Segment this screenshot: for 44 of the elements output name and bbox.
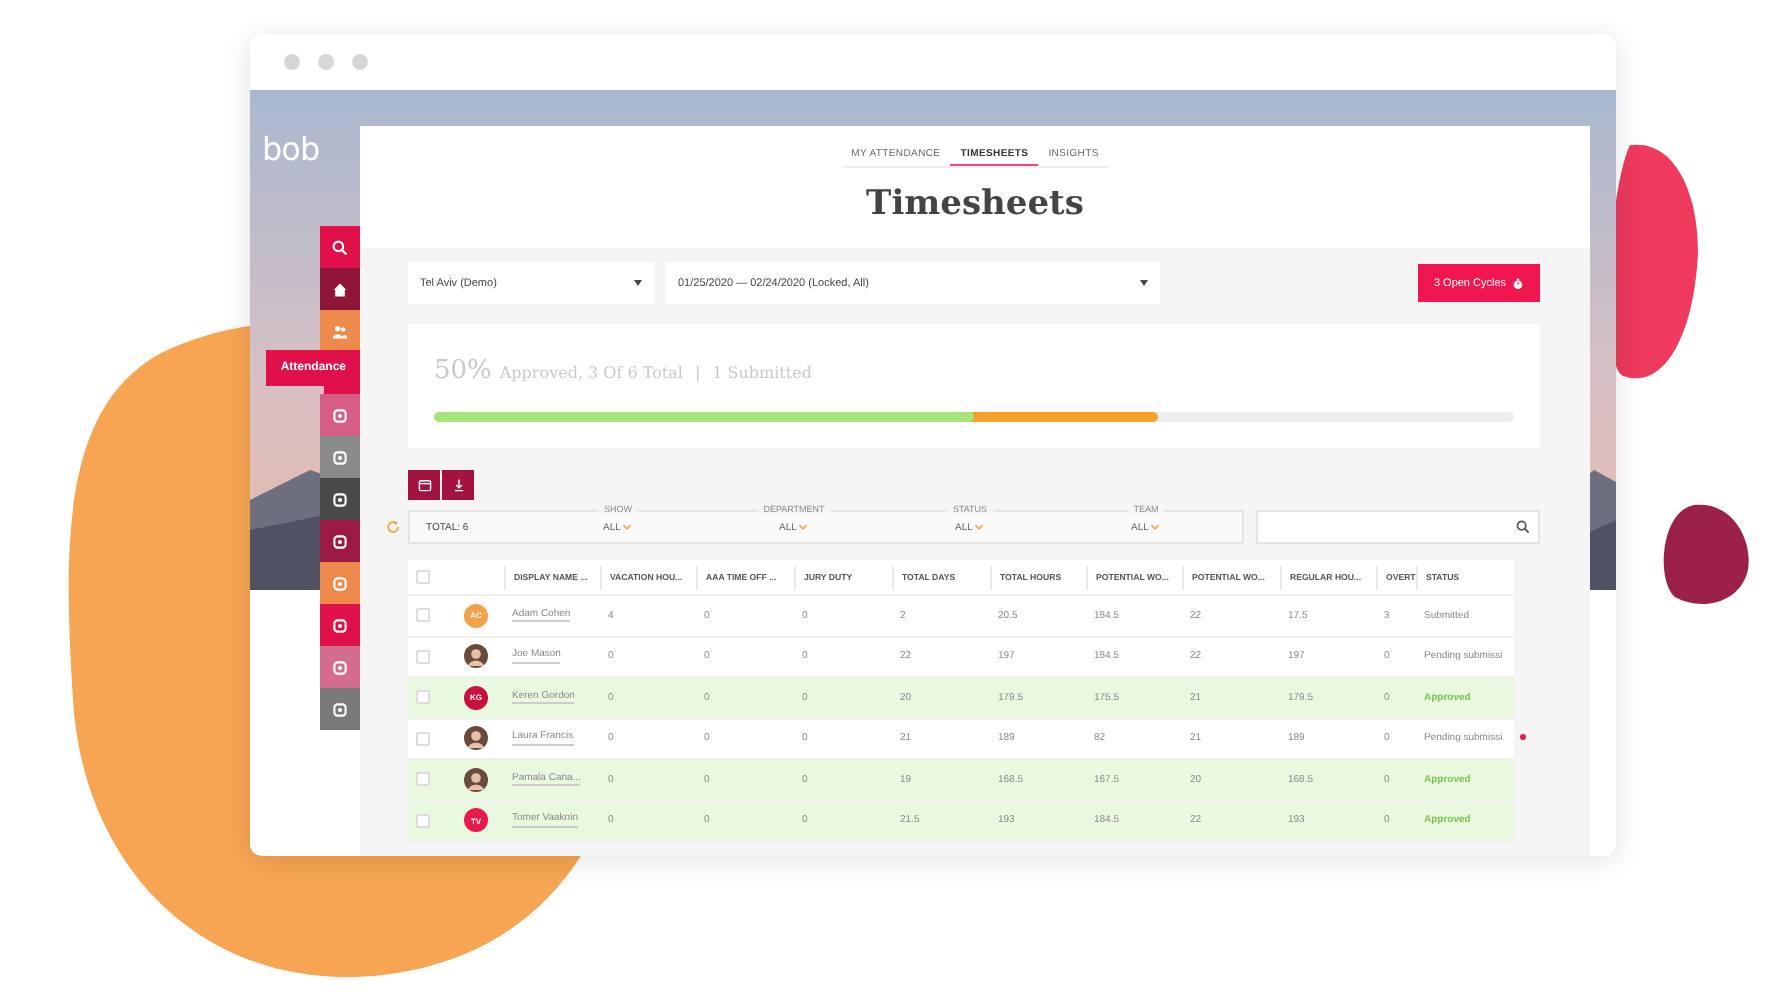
sidebar-item[interactable] <box>320 520 360 562</box>
app-icon <box>332 491 348 507</box>
row-checkbox[interactable] <box>416 813 430 828</box>
sidebar-item[interactable] <box>320 226 360 268</box>
sidebar-item[interactable] <box>320 604 360 646</box>
app-icon <box>332 659 348 675</box>
sidebar-item[interactable] <box>320 310 360 352</box>
separator: | <box>694 364 701 382</box>
app-icon <box>332 449 348 465</box>
chevron-down-icon <box>798 524 809 530</box>
app-icon <box>332 701 348 717</box>
row-checkbox[interactable] <box>416 608 430 623</box>
home-icon <box>332 281 348 297</box>
app-icon <box>332 617 348 633</box>
chevron-down-icon <box>622 524 633 530</box>
page-title: Timesheets <box>866 184 1084 224</box>
app-icon <box>332 533 348 549</box>
row-checkbox[interactable] <box>416 731 430 746</box>
avatar-icon <box>464 644 488 669</box>
calendar-button[interactable] <box>408 470 440 500</box>
row-checkbox[interactable] <box>416 772 430 787</box>
sidebar-item[interactable] <box>320 268 360 310</box>
sidebar-item[interactable] <box>320 688 360 730</box>
people-icon <box>332 323 348 339</box>
chevron-down-icon <box>974 524 985 530</box>
stopwatch-icon <box>1512 277 1525 289</box>
row-checkbox[interactable] <box>416 690 430 705</box>
download-button[interactable] <box>442 470 474 500</box>
row-checkbox[interactable] <box>416 649 430 664</box>
search-field[interactable] <box>1256 510 1540 544</box>
avatar-icon <box>464 726 488 751</box>
select-all-checkbox[interactable] <box>416 570 430 584</box>
avatar-icon <box>464 767 488 792</box>
search-icon <box>1516 520 1530 534</box>
logo: bob <box>262 130 320 168</box>
refresh-icon[interactable] <box>386 520 400 534</box>
sidebar-item[interactable] <box>320 478 360 520</box>
chevron-down-icon <box>1150 524 1161 530</box>
calendar-icon <box>417 478 431 492</box>
app-icon <box>332 575 348 591</box>
app-icon <box>332 407 348 423</box>
search-icon <box>332 239 348 255</box>
window-dots-icon <box>284 54 368 70</box>
download-icon <box>451 478 465 492</box>
